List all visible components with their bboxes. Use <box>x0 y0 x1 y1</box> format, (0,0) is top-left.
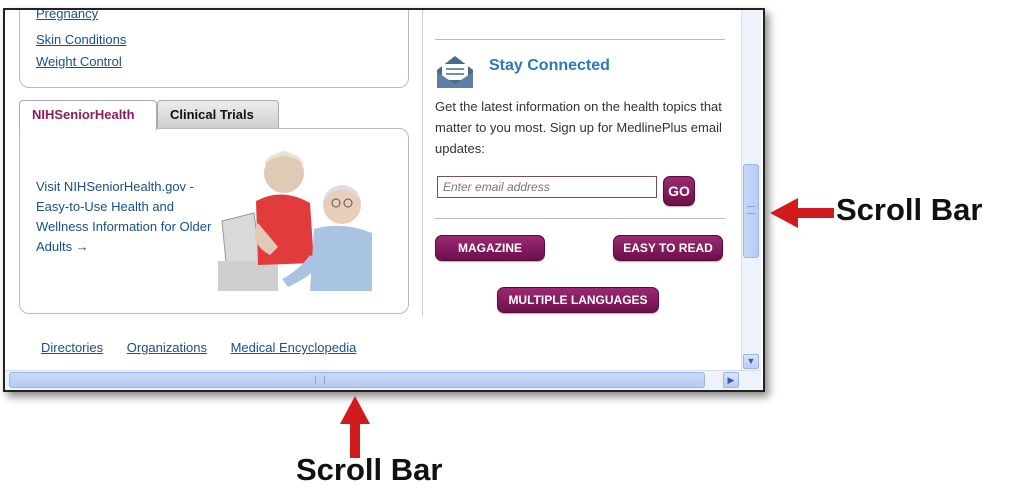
senior-health-panel: Visit NIHSeniorHealth.gov - Easy-to-Use … <box>19 128 409 314</box>
newsletter-envelope-icon <box>437 56 473 88</box>
go-button[interactable]: GO <box>663 176 695 206</box>
stay-connected-title: Stay Connected <box>489 57 610 74</box>
annotation-arrow-left-icon <box>770 198 834 228</box>
easy-to-read-button[interactable]: EASY TO READ <box>613 235 723 261</box>
topic-link-skin-conditions[interactable]: Skin Conditions <box>36 32 126 47</box>
magazine-button[interactable]: MAGAZINE <box>435 235 545 261</box>
chevron-right-icon[interactable]: ▶ <box>723 372 739 388</box>
bottom-links: Directories Organizations Medical Encycl… <box>41 340 376 355</box>
senior-couple-photo <box>218 143 372 291</box>
tab-clinical-trials[interactable]: Clinical Trials <box>157 100 279 128</box>
vertical-scrollbar-grip <box>747 206 755 214</box>
tab-nihseniorhealth[interactable]: NIHSeniorHealth <box>19 100 157 130</box>
column-divider <box>422 10 423 316</box>
divider-top <box>435 39 725 40</box>
topic-link-weight-control[interactable]: Weight Control <box>36 54 122 69</box>
link-organizations[interactable]: Organizations <box>127 340 207 355</box>
chevron-down-icon[interactable]: ▼ <box>743 354 759 369</box>
topic-link-pregnancy[interactable]: Pregnancy <box>36 10 98 21</box>
horizontal-scrollbar-thumb[interactable] <box>9 372 705 388</box>
horizontal-scrollbar-grip <box>315 376 325 384</box>
email-input[interactable] <box>437 176 657 198</box>
annotation-label-right: Scroll Bar <box>836 192 983 227</box>
senior-health-link[interactable]: Visit NIHSeniorHealth.gov - Easy-to-Use … <box>36 177 221 257</box>
stay-connected-description: Get the latest information on the health… <box>435 99 722 156</box>
annotation-arrow-up-icon <box>340 396 370 458</box>
multiple-languages-button[interactable]: MULTIPLE LANGUAGES <box>497 287 659 313</box>
divider-bottom <box>435 218 725 219</box>
health-topics-box: Pregnancy Skin Conditions Weight Control <box>19 10 409 88</box>
link-medical-encyclopedia[interactable]: Medical Encyclopedia <box>231 340 357 355</box>
annotation-label-bottom: Scroll Bar <box>296 452 443 487</box>
link-directories[interactable]: Directories <box>41 340 103 355</box>
browser-window: Pregnancy Skin Conditions Weight Control… <box>3 8 765 392</box>
